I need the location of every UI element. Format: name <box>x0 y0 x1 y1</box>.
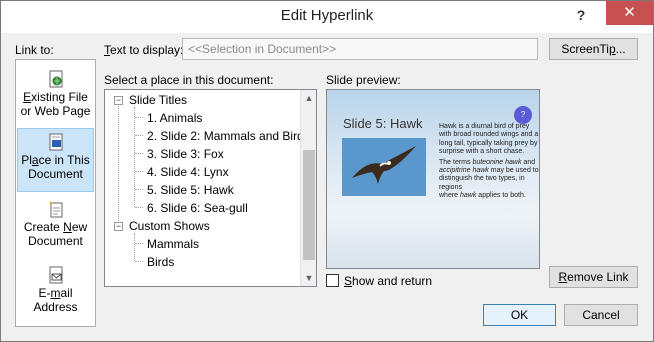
tree-connector <box>118 103 119 221</box>
nav-label-line1: Create New <box>23 220 88 234</box>
tree-item-slide[interactable]: 1. Animals <box>147 109 202 127</box>
slide-badge: ? <box>514 106 532 124</box>
link-to-label: Link to: <box>15 43 54 57</box>
slide-text-italic: accipitrine hawk <box>439 167 489 175</box>
nav-label-line2: Document <box>28 234 83 248</box>
title-bar: Edit Hyperlink ? ✕ <box>1 1 653 33</box>
nav-email-address[interactable]: E-mail Address <box>17 262 94 326</box>
tree-connector <box>135 261 143 262</box>
collapse-toggle[interactable]: − <box>114 96 123 105</box>
text-to-display-input[interactable] <box>182 38 538 60</box>
remove-link-button[interactable]: Remove Link <box>549 266 638 288</box>
nav-create-new-document[interactable]: Create New Document <box>17 196 94 260</box>
nav-label-line2: Document <box>28 167 83 181</box>
slide-text-italic: buteonine hawk <box>472 158 522 166</box>
tree-connector <box>135 135 143 136</box>
web-page-icon <box>49 70 62 88</box>
tree-item-slide[interactable]: 2. Slide 2: Mammals and Bird <box>147 127 304 145</box>
slide-text-run: applies to both. <box>476 192 526 200</box>
nav-label-rest: xisting File <box>31 90 88 104</box>
tree-scrollbar[interactable]: ▲ ▼ <box>300 90 316 286</box>
tree-item-slide-titles[interactable]: Slide Titles <box>129 91 187 109</box>
ok-button[interactable]: OK <box>483 304 556 326</box>
close-button[interactable]: ✕ <box>606 1 653 25</box>
tree-item-slide[interactable]: 3. Slide 3: Fox <box>147 145 224 163</box>
tree-connector <box>135 243 143 244</box>
email-icon <box>49 266 62 284</box>
dialog-title: Edit Hyperlink <box>280 7 374 24</box>
nav-label-line2: Address <box>33 300 78 314</box>
slide-preview-title: Slide 5: Hawk <box>343 116 423 131</box>
slide-preview-text: Hawk is a diurnal bird of prey with broa… <box>439 123 539 201</box>
tree-item-slide[interactable]: 6. Slide 6: Sea-gull <box>147 199 248 217</box>
document-place-icon <box>49 133 62 151</box>
slide-text-italic: hawk <box>460 192 477 200</box>
nav-place-in-document[interactable]: Place in This Document <box>17 128 94 192</box>
nav-label-line2: or Web Page <box>20 104 91 118</box>
screentip-button[interactable]: ScreenTip... <box>549 38 638 60</box>
hawk-image <box>342 138 426 196</box>
slide-preview-label: Slide preview: <box>326 73 401 87</box>
new-document-icon <box>48 201 62 218</box>
scroll-up-arrow-icon[interactable]: ▲ <box>301 90 316 106</box>
tree-connector <box>135 189 143 190</box>
tree-connector <box>135 171 143 172</box>
nav-label-line1: Place in This <box>21 153 90 167</box>
cancel-button[interactable]: Cancel <box>564 304 638 326</box>
slide-preview: ? Slide 5: Hawk Hawk is a diurnal bird o… <box>326 89 540 269</box>
text-to-display-label: Text to display: <box>104 43 184 57</box>
tree-item-slide[interactable]: 4. Slide 4: Lynx <box>147 163 229 181</box>
tree-item-show[interactable]: Birds <box>147 253 174 271</box>
nav-existing-file[interactable]: Existing File or Web Page <box>17 66 94 130</box>
select-place-label: Select a place in this document: <box>104 73 274 87</box>
slide-text-run: where <box>439 192 461 200</box>
slide-para-2: The terms buteonine hawk and accipitrine… <box>439 159 539 193</box>
help-button[interactable]: ? <box>571 5 591 25</box>
show-and-return-label[interactable]: Show and return <box>344 274 432 288</box>
show-and-return-checkbox[interactable] <box>326 274 339 287</box>
scroll-down-arrow-icon[interactable]: ▼ <box>301 270 316 286</box>
slide-para-1: Hawk is a diurnal bird of prey with broa… <box>439 123 539 156</box>
tree-connector <box>135 117 143 118</box>
tree-connector <box>135 207 143 208</box>
collapse-toggle[interactable]: − <box>114 222 123 231</box>
edit-hyperlink-dialog: Edit Hyperlink ? ✕ Link to: Existing Fil… <box>0 0 654 342</box>
slide-para-3: where hawk applies to both. <box>439 192 539 200</box>
tree-item-show[interactable]: Mammals <box>147 235 199 253</box>
nav-label-line1: Existing File <box>23 90 88 104</box>
document-places-tree[interactable]: − Slide Titles 1. Animals 2. Slide 2: Ma… <box>104 89 317 287</box>
tree-connector <box>134 233 135 261</box>
tree-item-slide[interactable]: 5. Slide 5: Hawk <box>147 181 234 199</box>
tree-connector <box>135 153 143 154</box>
link-to-panel: Existing File or Web Page Place in This … <box>15 59 96 327</box>
tree-item-custom-shows[interactable]: Custom Shows <box>129 217 210 235</box>
scroll-thumb[interactable] <box>303 150 315 260</box>
slide-text-run: and <box>521 158 536 166</box>
tree-connector <box>134 107 135 207</box>
slide-text-run: The terms <box>439 158 473 166</box>
nav-label-line1: E-mail <box>38 286 73 300</box>
